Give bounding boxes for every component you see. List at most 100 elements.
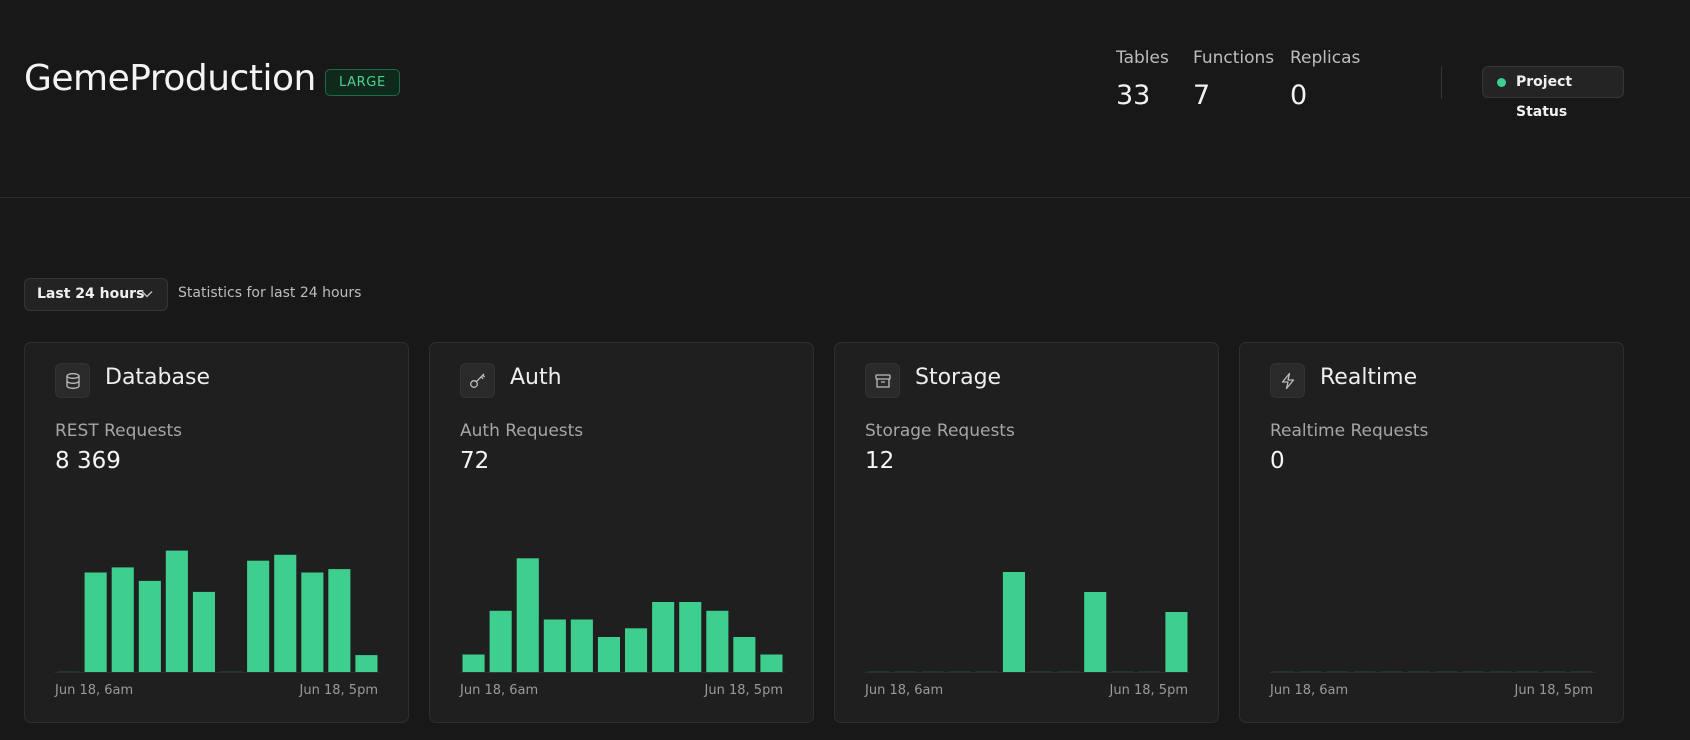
- x-tick-start: Jun 18, 6am: [55, 683, 134, 698]
- chart-bar[interactable]: [1543, 671, 1566, 672]
- auth-requests-chart[interactable]: [460, 523, 785, 694]
- compute-size-badge: LARGE: [325, 69, 400, 96]
- project-status-button[interactable]: Project Status: [1482, 66, 1624, 120]
- chart-bar[interactable]: [462, 654, 485, 673]
- chart-bar[interactable]: [679, 602, 702, 672]
- chart-bar[interactable]: [1435, 671, 1458, 672]
- chart-bar[interactable]: [328, 569, 351, 672]
- status-dot-icon: [1497, 78, 1506, 87]
- time-range-label: Last 24 hours: [37, 286, 145, 302]
- metric-label: Storage Requests: [865, 421, 1015, 441]
- chart-bar[interactable]: [516, 558, 539, 673]
- chart-bar[interactable]: [921, 671, 944, 672]
- chart-bar[interactable]: [1165, 612, 1188, 672]
- chart-bar[interactable]: [570, 619, 593, 673]
- stat-label: Replicas: [1290, 48, 1361, 68]
- database-icon: [55, 363, 90, 398]
- card-title: Database: [105, 365, 210, 390]
- chart-bar[interactable]: [948, 671, 971, 672]
- metric-value: 0: [1270, 448, 1285, 474]
- project-status-label: Project Status: [1516, 74, 1573, 120]
- metric-label: REST Requests: [55, 421, 183, 441]
- stat-functions[interactable]: Functions 7: [1193, 48, 1274, 111]
- stat-replicas[interactable]: Replicas 0: [1290, 48, 1360, 111]
- card-title: Auth: [510, 365, 562, 390]
- chart-bar[interactable]: [1407, 671, 1430, 672]
- archive-icon: [865, 363, 900, 398]
- chart-bar[interactable]: [1111, 671, 1134, 672]
- chart-bar[interactable]: [274, 554, 297, 672]
- chart-bar[interactable]: [1489, 671, 1512, 672]
- project-title: GemeProduction: [24, 58, 316, 99]
- chart-bar[interactable]: [57, 671, 80, 672]
- rest-requests-chart[interactable]: [55, 523, 380, 694]
- realtime-requests-chart[interactable]: [1270, 523, 1595, 694]
- chart-bar[interactable]: [894, 671, 917, 672]
- lightning-icon: [1270, 363, 1305, 398]
- time-range-select[interactable]: Last 24 hours: [24, 278, 168, 311]
- chart-bar[interactable]: [84, 572, 107, 673]
- chart-bar[interactable]: [867, 671, 890, 672]
- chart-bar[interactable]: [1002, 572, 1025, 672]
- range-caption: Statistics for last 24 hours: [178, 285, 362, 301]
- auth-card[interactable]: Auth Auth Requests 72 Jun 18, 6am Jun 18…: [429, 342, 814, 723]
- project-header: GemeProduction LARGE Tables 33 Functions…: [0, 0, 1690, 198]
- card-title: Storage: [915, 365, 1002, 390]
- x-tick-start: Jun 18, 6am: [460, 683, 539, 698]
- x-tick-end: Jun 18, 5pm: [299, 683, 378, 698]
- key-icon: [460, 363, 495, 398]
- chart-bar[interactable]: [652, 602, 675, 672]
- metric-value: 8 369: [55, 448, 121, 474]
- chart-bar[interactable]: [1516, 671, 1539, 672]
- x-tick-end: Jun 18, 5pm: [1514, 683, 1593, 698]
- realtime-card[interactable]: Realtime Realtime Requests 0 Jun 18, 6am…: [1239, 342, 1624, 723]
- chart-bar[interactable]: [706, 610, 729, 673]
- chart-bar[interactable]: [192, 591, 215, 672]
- chart-bar[interactable]: [975, 671, 998, 672]
- chart-bar[interactable]: [597, 637, 620, 672]
- chevron-down-icon: [141, 291, 153, 298]
- metric-label: Realtime Requests: [1270, 421, 1429, 441]
- stat-value: 33: [1116, 80, 1151, 111]
- x-tick-start: Jun 18, 6am: [1270, 683, 1349, 698]
- chart-bar[interactable]: [1462, 671, 1485, 672]
- chart-bar[interactable]: [1570, 671, 1593, 672]
- chart-bar[interactable]: [489, 610, 512, 673]
- metric-label: Auth Requests: [460, 421, 584, 441]
- chart-bar[interactable]: [111, 567, 134, 672]
- chart-bar[interactable]: [625, 628, 648, 673]
- storage-card[interactable]: Storage Storage Requests 12 Jun 18, 6am …: [834, 342, 1219, 723]
- chart-bar[interactable]: [543, 619, 566, 673]
- stat-value: 7: [1193, 80, 1211, 111]
- chart-bar[interactable]: [1030, 671, 1053, 672]
- x-tick-start: Jun 18, 6am: [865, 683, 944, 698]
- stat-value: 0: [1290, 80, 1308, 111]
- chart-bar[interactable]: [760, 654, 783, 673]
- chart-bar[interactable]: [1353, 671, 1376, 672]
- chart-bar[interactable]: [220, 671, 243, 672]
- chart-bar[interactable]: [165, 550, 188, 672]
- metric-value: 12: [865, 448, 895, 474]
- chart-bar[interactable]: [1299, 671, 1322, 672]
- chart-bar[interactable]: [1084, 592, 1107, 672]
- chart-bar[interactable]: [1272, 671, 1295, 672]
- database-card[interactable]: Database REST Requests 8 369 Jun 18, 6am…: [24, 342, 409, 723]
- chart-bar[interactable]: [1380, 671, 1403, 672]
- chart-bar[interactable]: [355, 655, 378, 672]
- chart-bar[interactable]: [138, 580, 161, 672]
- storage-requests-chart[interactable]: [865, 523, 1190, 694]
- stat-tables[interactable]: Tables 33: [1116, 48, 1169, 111]
- chart-bar[interactable]: [301, 572, 324, 673]
- chart-bar[interactable]: [733, 637, 756, 672]
- stat-label: Tables: [1116, 48, 1169, 68]
- chart-bar[interactable]: [247, 560, 270, 672]
- chart-bar[interactable]: [1057, 671, 1080, 672]
- x-tick-end: Jun 18, 5pm: [1109, 683, 1188, 698]
- stat-label: Functions: [1193, 48, 1275, 68]
- metric-value: 72: [460, 448, 490, 474]
- header-divider: [1441, 66, 1442, 99]
- chart-bar[interactable]: [1326, 671, 1349, 672]
- chart-bar[interactable]: [1138, 671, 1161, 672]
- x-tick-end: Jun 18, 5pm: [704, 683, 783, 698]
- card-title: Realtime: [1320, 365, 1418, 390]
